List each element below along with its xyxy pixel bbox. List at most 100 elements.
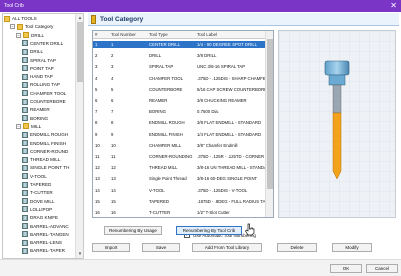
table-row[interactable]: 12 12 THREAD MILL 3/8-16 UN THREAD MILL - S… (93, 164, 266, 171)
add-from-tool-library-button[interactable]: Add From Tool Library (192, 243, 262, 252)
tree-item[interactable]: HAND TAP (3, 73, 74, 80)
table-row[interactable]: 1 1 CENTER DRILL 1/4 - 90 DEGREE SPOT DRILL (93, 41, 266, 48)
cell-type: T-CUTTER (149, 210, 171, 215)
table-row[interactable]: 16 16 T-CUTTER 1/2" T-Slot Cutter (93, 209, 266, 216)
table-row[interactable]: 2 2 DRILL 3/8 DRILL (93, 52, 266, 59)
tree-scroll-thumb[interactable] (77, 22, 83, 82)
tool-table[interactable]: # Tool Number Tool Type Tool Label 1 1 CEN… (92, 30, 274, 218)
cell-type: ENDMILL FINISH (149, 131, 183, 137)
tree-item[interactable]: BARREL-TANGEN (3, 231, 74, 238)
cell-idx: 10 (95, 142, 100, 148)
table-scroll-thumb[interactable] (267, 39, 273, 189)
tree-item-label: DRILL (30, 49, 44, 55)
renumber-by-tool-crib-button[interactable]: Renumbering By Tool Crib (176, 226, 242, 235)
tree-item[interactable]: − Tool Category (3, 23, 74, 30)
delete-button[interactable]: Delete (277, 243, 317, 252)
table-row[interactable]: 3 3 SPIRAL TAP UNC 3/8-16 SPIRAL TAP (93, 63, 266, 70)
table-row[interactable]: 9 9 ENDMILL FINISH 1/4 FLAT ENDMILL - STAND… (93, 131, 266, 138)
tool-preview-graphic (279, 31, 395, 217)
tree-item[interactable]: ROLLING TAP (3, 81, 74, 88)
tree-item[interactable]: − MILL (3, 123, 74, 130)
category-header: Tool Category (88, 13, 399, 26)
tree-item[interactable]: ENDMILL FINISH (3, 140, 74, 147)
renumber-by-usage-button[interactable]: Renumbering By Usage (104, 226, 162, 235)
tree-item[interactable]: CHAMFER TOOL (3, 90, 74, 97)
cell-num: 12 (111, 165, 116, 171)
drill-icon (22, 90, 28, 97)
table-row[interactable]: 7 7 BORING 0.7500 Dia. (93, 108, 266, 115)
tree-item-label: V-TOOL (30, 173, 47, 179)
tree-item-label: TAPERED (30, 182, 52, 187)
table-row[interactable]: 15 15 TAPERED .1875D - .8DEG - FULL RADIUS … (93, 198, 266, 205)
tree-item[interactable]: BARREL-LENS (3, 239, 74, 246)
table-row[interactable]: 8 8 ENDMILL ROUGH 3/8 FLAT ENDMILL - STANDA… (93, 119, 266, 126)
tree-item-label: POINT TAP (30, 65, 54, 71)
tree-item-label: ENDMILL ROUGH (30, 132, 69, 138)
cell-idx: 12 (95, 165, 100, 171)
cell-num: 15 (111, 198, 116, 204)
tree-item[interactable]: COUNTERBORE (3, 98, 74, 105)
tree-item[interactable]: SINGLE POINT TH (3, 164, 74, 171)
tree-item-label: DOVE MILL (30, 198, 55, 204)
table-row[interactable]: 5 5 COUNTERBORE 5/16 CAP SCREW COUNTERBORE (93, 86, 266, 93)
table-row[interactable]: 6 6 REAMER 3/8 CHUCKING REAMER (93, 97, 266, 104)
tree-item[interactable]: DOVE MILL (3, 198, 74, 205)
table-scrollbar[interactable] (265, 31, 273, 217)
col-header-index[interactable]: # (93, 31, 109, 39)
tree-item[interactable]: CENTER DRILL (3, 40, 74, 47)
col-header-tool-label[interactable]: Tool Label (195, 31, 266, 39)
tree-item[interactable]: POINT TAP (3, 65, 74, 72)
cell-type: DRILL (149, 53, 162, 59)
tree-item[interactable]: V-TOOL (3, 173, 74, 180)
import-button[interactable]: Import (92, 243, 130, 252)
col-header-tool-number[interactable]: Tool Number (109, 31, 147, 39)
collapse-toggle-icon[interactable]: − (16, 123, 21, 129)
cell-num: 16 (111, 210, 116, 215)
cell-idx: 1 (95, 42, 98, 47)
collapse-toggle-icon[interactable]: − (10, 24, 15, 30)
cell-idx: 11 (95, 154, 100, 159)
tree-item[interactable]: CORNER-ROUND (3, 148, 74, 155)
pencil-icon (91, 15, 96, 24)
drill-icon (22, 189, 28, 196)
tree-item[interactable]: ALL TOOLS (3, 15, 74, 22)
tree-item[interactable]: DRILL (3, 48, 74, 55)
cell-type: CENTER DRILL (149, 42, 181, 47)
table-row[interactable]: 10 10 CHAMFER MILL 3/8" Chamfer Endmill (93, 142, 266, 149)
close-icon[interactable]: ✕ (390, 1, 397, 10)
table-row[interactable]: 13 13 Single Point Thread 3/8-16 60-DEG SIN… (93, 175, 266, 182)
cell-label: .375D - .125DIS - V-TOOL (197, 187, 248, 193)
tree-item[interactable]: BARREL-TAPER (3, 247, 74, 254)
tree-item[interactable]: T-CUTTER (3, 189, 74, 196)
tree-item[interactable]: DRAG KNIFE (3, 214, 74, 221)
cell-num: 3 (111, 64, 114, 70)
scroll-up-icon[interactable]: ▴ (77, 15, 83, 21)
tree-item[interactable]: REAMER (3, 106, 74, 113)
folder-icon (4, 15, 10, 22)
drill-icon (22, 214, 28, 221)
save-button[interactable]: Save (142, 243, 180, 252)
drill-icon (22, 57, 28, 63)
table-row[interactable]: 14 14 V-TOOL .375D - .125DIS - V-TOOL (93, 187, 266, 194)
col-header-tool-type[interactable]: Tool Type (147, 31, 195, 39)
tree-item[interactable]: − DRILL (3, 32, 74, 39)
tree-item-label: ALL TOOLS (12, 16, 37, 21)
table-row[interactable]: 11 11 CORNER-ROUNDING .375D - .125R - .125T… (93, 153, 266, 160)
cancel-button[interactable]: Cancel (366, 264, 398, 273)
tree-item[interactable]: BARREL-ADVANC (3, 223, 74, 230)
drill-icon (22, 239, 28, 246)
ok-button[interactable]: OK (330, 264, 362, 273)
tree-item[interactable]: TAPERED (3, 181, 74, 188)
tree-item[interactable]: SPIRAL TAP (3, 57, 74, 64)
scroll-down-icon[interactable]: ▾ (77, 251, 83, 257)
tree-scrollbar[interactable]: ▴ ▾ (75, 14, 83, 258)
tool-category-tree[interactable]: ALL TOOLS − Tool Category − DRILL CENTER DRIL… (2, 13, 84, 259)
tree-item[interactable]: BORING (3, 115, 74, 122)
tree-item[interactable]: THREAD MILL (3, 156, 74, 163)
modify-button[interactable]: Modify (332, 243, 372, 252)
collapse-toggle-icon[interactable]: − (16, 32, 21, 38)
table-row[interactable]: 4 4 CHAMFER TOOL .375D - .125DIS - SHARP CH… (93, 75, 266, 82)
tree-item[interactable]: ENDMILL ROUGH (3, 131, 74, 138)
tree-item[interactable]: LOLLIPOP (3, 206, 74, 213)
cell-num: 2 (111, 53, 114, 59)
